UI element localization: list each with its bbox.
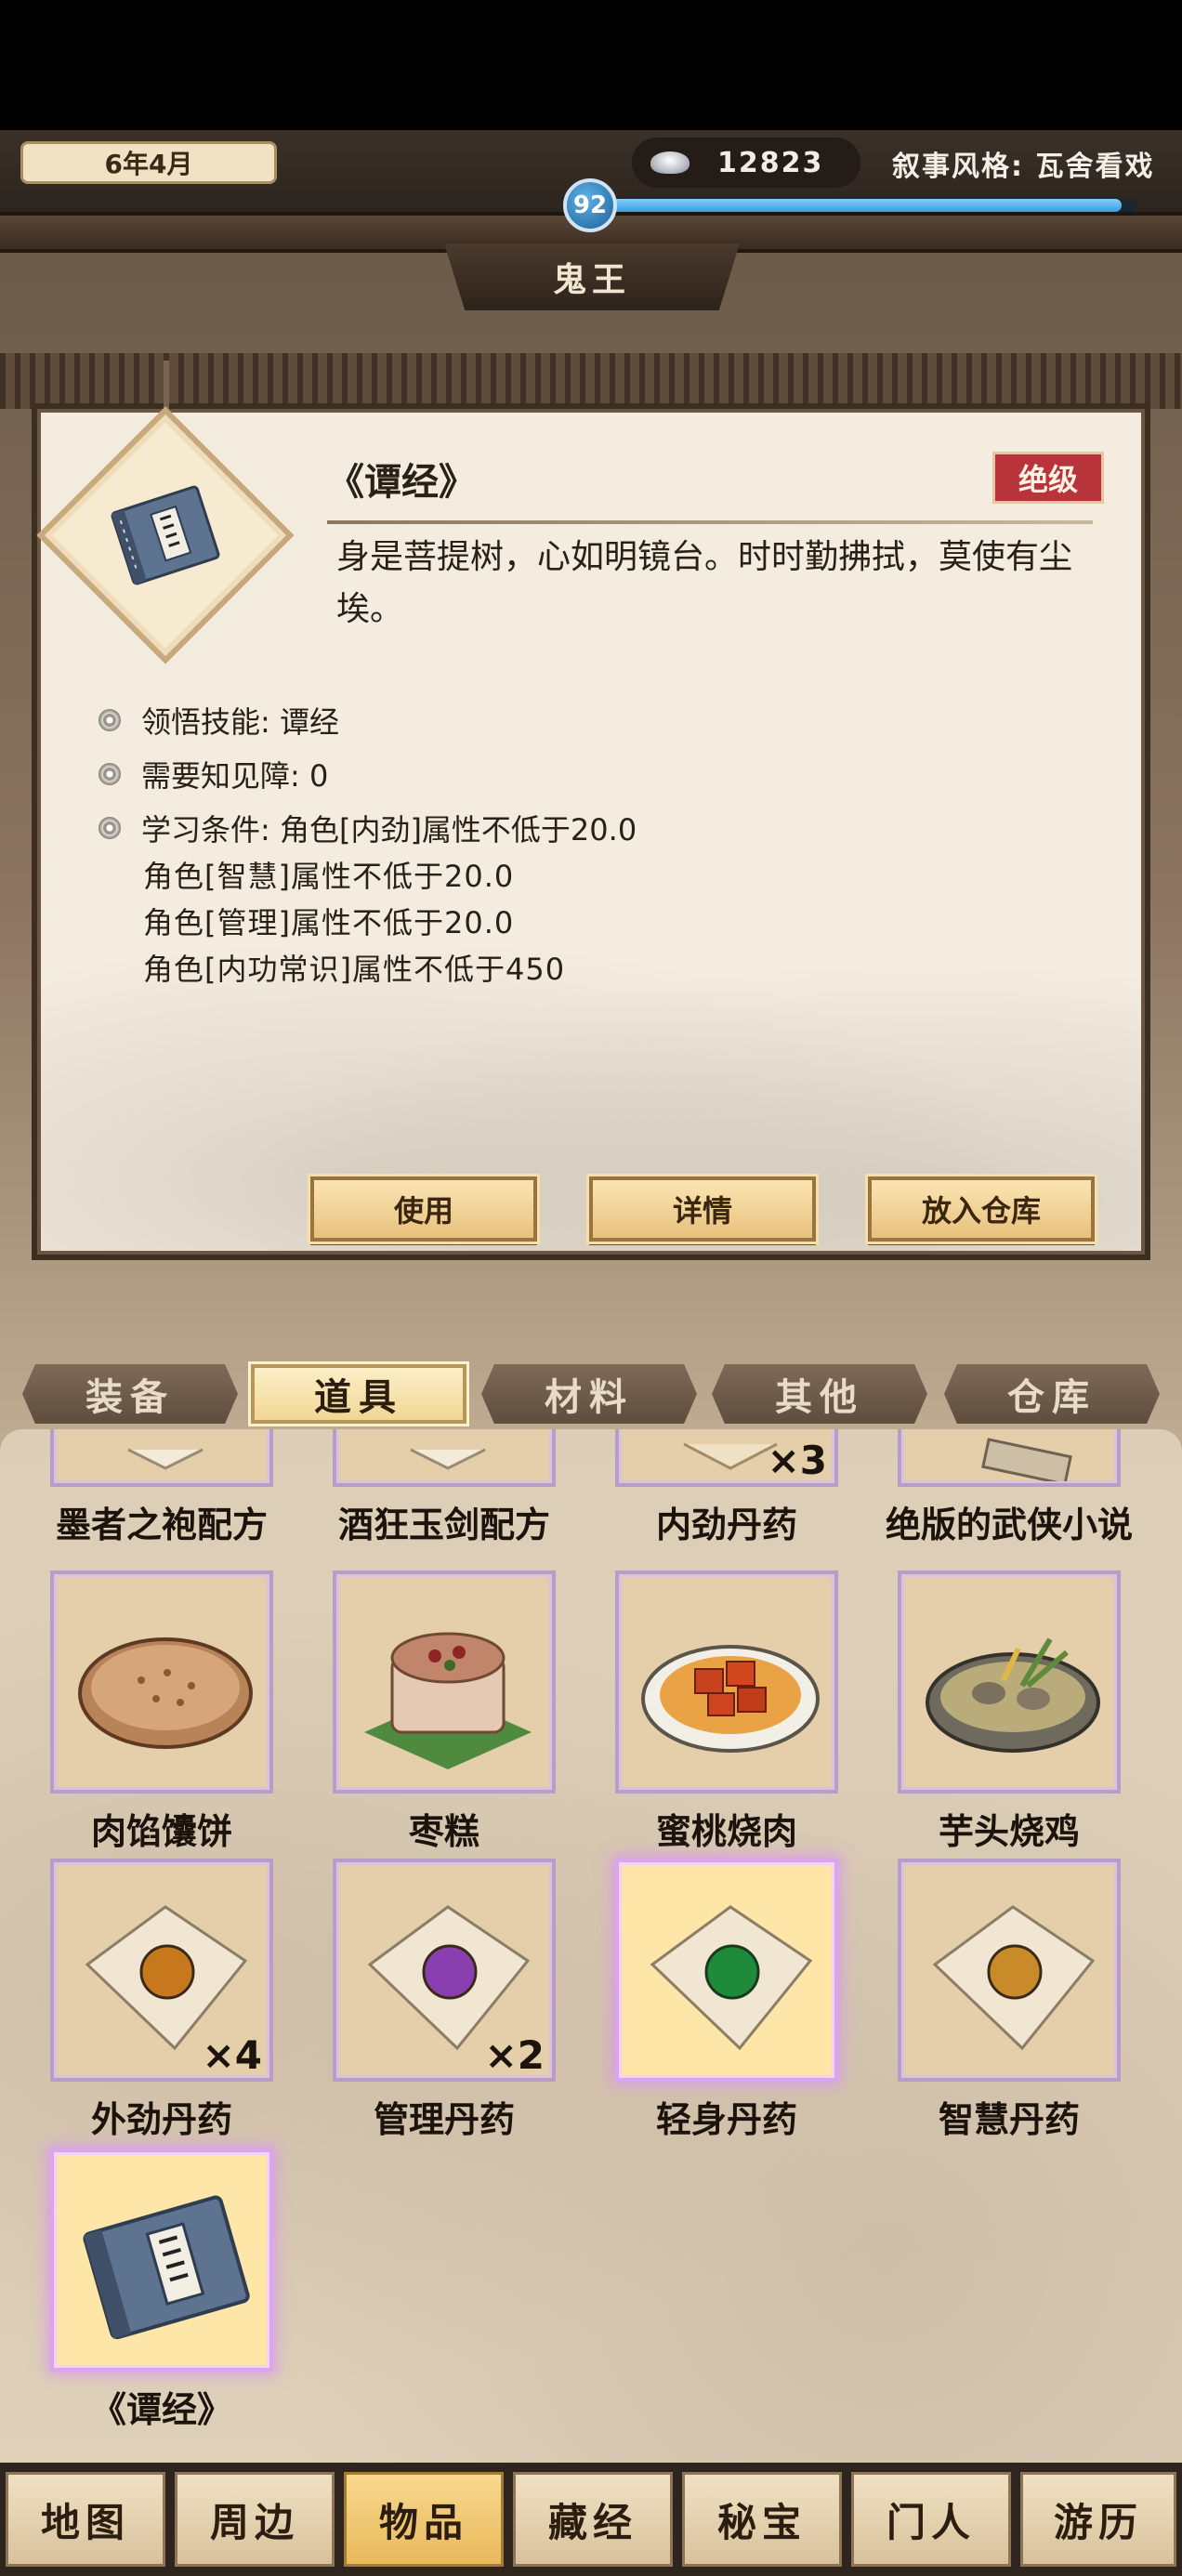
nav-surroundings[interactable]: 周边	[175, 2472, 335, 2567]
book-icon	[83, 2195, 250, 2340]
status-bar	[0, 0, 1182, 130]
item-label: 智慧丹药	[938, 2099, 1080, 2140]
lattice-decoration	[0, 353, 1182, 409]
item-slot[interactable]	[898, 1571, 1121, 1794]
nav-treasures[interactable]: 秘宝	[682, 2472, 842, 2567]
narrative-style-label[interactable]: 叙事风格: 瓦舍看戏	[892, 143, 1154, 184]
item-slot[interactable]: ×3	[615, 1429, 838, 1487]
item-quantity: ×3	[767, 1438, 827, 1483]
item-label: 轻身丹药	[655, 2099, 797, 2140]
item-quantity: ×4	[202, 2032, 262, 2078]
condition-line: 角色[管理]属性不低于20.0	[143, 905, 515, 940]
xp-bar-fill	[604, 199, 1122, 212]
item-label: 肉馅馕饼	[90, 1811, 232, 1852]
item-label: 墨者之袍配方	[55, 1505, 268, 1545]
pill-packet-icon	[650, 1905, 813, 2051]
nav-map[interactable]: 地图	[6, 2472, 165, 2567]
braised-pork-icon	[641, 1645, 820, 1753]
tab-items[interactable]: 道具	[251, 1364, 466, 1424]
novel-book-icon	[981, 1438, 1072, 1481]
item-label: 《谭经》	[90, 2389, 232, 2430]
xp-bar	[604, 199, 1137, 212]
recipe-scroll-icon	[410, 1448, 486, 1470]
inventory-grid: ×3 墨者之袍配方 酒狂玉剑配方 内劲丹药 绝版的武侠小说 肉馅馕饼 枣糕 蜜桃…	[0, 1429, 1182, 2463]
condition-line: 角色[内功常识]属性不低于450	[143, 952, 566, 987]
date-cake-icon	[364, 1632, 532, 1769]
attr-knowledge: 需要知见障: 0	[98, 753, 328, 795]
silver-amount: 12823	[717, 146, 824, 179]
item-label: 绝版的武侠小说	[885, 1505, 1133, 1545]
page-title: 鬼王	[444, 243, 740, 310]
bullet-coin-icon	[98, 763, 121, 785]
item-slot[interactable]	[333, 1571, 556, 1794]
attr-knowledge-text: 需要知见障: 0	[141, 758, 329, 794]
item-slot[interactable]: ×2	[333, 1859, 556, 2082]
item-slot[interactable]	[333, 1429, 556, 1487]
nav-scriptures[interactable]: 藏经	[513, 2472, 673, 2567]
pill-packet-icon	[932, 1905, 1096, 2051]
item-slot-selected[interactable]	[50, 2149, 273, 2372]
nav-items[interactable]: 物品	[344, 2472, 504, 2567]
item-slot[interactable]: ×4	[50, 1859, 273, 2082]
item-slot[interactable]	[615, 1571, 838, 1794]
item-quantity: ×2	[484, 2032, 545, 2078]
attr-skill-text: 领悟技能: 谭经	[141, 704, 339, 740]
attr-requirement: 学习条件: 角色[内劲]属性不低于20.0	[98, 807, 637, 849]
bullet-coin-icon	[98, 817, 121, 839]
store-button[interactable]: 放入仓库	[868, 1176, 1095, 1242]
item-label: 管理丹药	[373, 2099, 515, 2140]
item-label: 外劲丹药	[90, 2099, 232, 2140]
attr-requirement-text: 学习条件: 角色[内劲]属性不低于20.0	[141, 812, 637, 848]
item-slot[interactable]	[50, 1429, 273, 1487]
item-label: 芋头烧鸡	[938, 1811, 1080, 1852]
item-slot[interactable]	[898, 1429, 1121, 1487]
detail-button[interactable]: 详情	[589, 1176, 816, 1242]
nav-disciples[interactable]: 门人	[851, 2472, 1011, 2567]
divider	[327, 520, 1093, 524]
item-description: 身是菩提树，心如明镜台。时时勤拂拭，莫使有尘埃。	[336, 538, 1073, 628]
item-label: 酒狂玉剑配方	[337, 1505, 550, 1545]
item-label: 枣糕	[408, 1811, 479, 1852]
condition-line: 角色[智慧]属性不低于20.0	[143, 859, 515, 894]
recipe-scroll-icon	[127, 1448, 204, 1470]
silver-ingot-icon	[645, 146, 697, 179]
flatbread-icon	[78, 1637, 253, 1749]
tab-other[interactable]: 其他	[712, 1364, 927, 1424]
item-label: 内劲丹药	[655, 1505, 797, 1545]
nav-travel[interactable]: 游历	[1020, 2472, 1176, 2567]
silver-counter: 12823	[632, 138, 860, 188]
tab-warehouse[interactable]: 仓库	[944, 1364, 1160, 1424]
item-name: 《谭经》	[327, 461, 476, 504]
bullet-coin-icon	[98, 709, 121, 731]
date-display: 6年4月	[20, 141, 277, 184]
item-label: 蜜桃烧肉	[655, 1811, 797, 1852]
tab-equipment[interactable]: 装备	[22, 1364, 238, 1424]
attr-skill: 领悟技能: 谭经	[98, 699, 339, 742]
item-slot[interactable]	[615, 1859, 838, 2082]
book-icon	[111, 485, 220, 585]
item-slot[interactable]	[898, 1859, 1121, 2082]
tab-materials[interactable]: 材料	[481, 1364, 697, 1424]
item-slot[interactable]	[50, 1571, 273, 1794]
grade-badge: 绝级	[992, 452, 1104, 504]
use-button[interactable]: 使用	[310, 1176, 537, 1242]
level-badge: 92	[563, 178, 617, 232]
taro-chicken-icon	[926, 1637, 1100, 1753]
